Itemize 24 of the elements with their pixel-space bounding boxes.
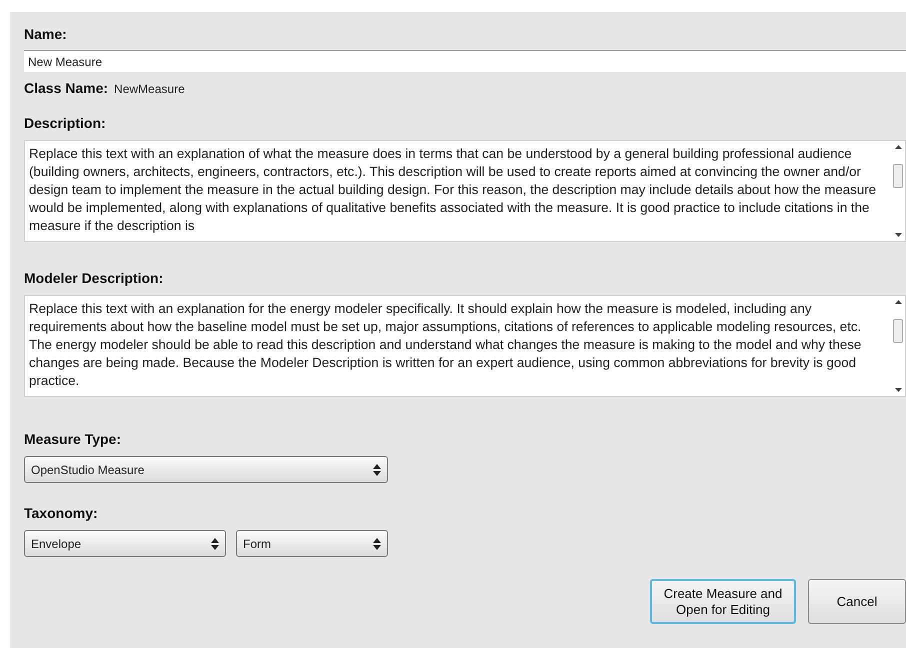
dropdown[interactable]: OpenStudio Measure: [24, 456, 388, 483]
name-field[interactable]: New Measure: [24, 50, 906, 72]
field-label: Modeler Description:: [24, 269, 164, 288]
spinner-arrows-icon: [373, 538, 381, 550]
field-label: Description:: [24, 114, 107, 133]
dialog-button[interactable]: Create Measure and Open for Editing: [650, 579, 796, 624]
text-area[interactable]: Replace this text with an explanation of what the measure does in terms that can be understood by a general building professional audience (building owners, architects, engineers, contractors, etc.). This description will be used to create reports aimed at convincing the owner and/or design team to implement the measure in the actual building design. For this reason, the description may include details about how the measure would be implemented, along with explanations of qualitative benefits associated with the measure. It is good practice to include citations in the measure if the description is: [24, 140, 906, 242]
scroll-down-icon[interactable]: [894, 388, 902, 392]
field-label: Name:: [24, 25, 68, 44]
field-label: Taxonomy:: [24, 504, 99, 523]
field-label: Measure Type:: [24, 430, 122, 449]
spinner-arrows-icon: [373, 464, 381, 476]
dialog-button[interactable]: Cancel: [808, 579, 906, 624]
class-name-value: NewMeasure: [114, 81, 185, 98]
scroll-up-icon[interactable]: [894, 300, 902, 304]
scroll-thumb[interactable]: [893, 164, 903, 188]
scroll-up-icon[interactable]: [894, 145, 902, 149]
text-area[interactable]: Replace this text with an explanation for the energy modeler specifically. It should explain how the measure is modeled, including any requirements about how the baseline model must be set up, major assumptions, citations of references to applicable modeling resources, etc. The energy modeler should be able to read this description and understand what changes the measure is making to the model and why these changes are being made. Because the Modeler Description is written for an expert audience, using common abbreviations for brevity is good practice.: [24, 295, 906, 397]
scroll-thumb[interactable]: [893, 319, 903, 343]
dropdown[interactable]: Form: [236, 530, 388, 557]
scroll-down-icon[interactable]: [894, 233, 902, 237]
spinner-arrows-icon: [211, 538, 219, 550]
dropdown[interactable]: Envelope: [24, 530, 226, 557]
field-label: Class Name:: [24, 79, 108, 98]
